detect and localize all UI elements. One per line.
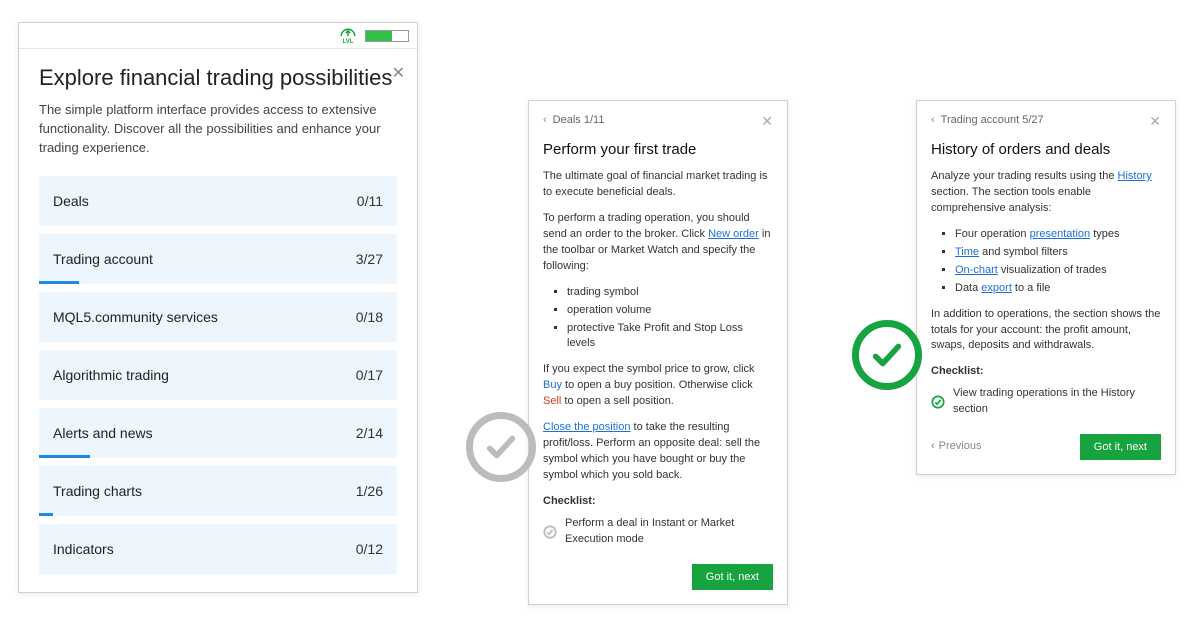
card-title: Perform your first trade <box>543 139 773 161</box>
onchart-link[interactable]: On-chart <box>955 264 998 276</box>
chevron-left-icon: ‹ <box>931 113 935 129</box>
checklist-heading: Checklist: <box>543 494 773 510</box>
new-order-link[interactable]: New order <box>708 228 759 240</box>
category-label: Trading account <box>53 251 153 267</box>
large-check-icon <box>852 320 922 390</box>
presentation-link[interactable]: presentation <box>1030 228 1091 240</box>
category-item[interactable]: Trading account 3/27 <box>39 234 397 284</box>
breadcrumb-back[interactable]: ‹ Trading account 5/27 <box>931 113 1044 129</box>
category-list: Deals 0/11 Trading account 3/27 MQL5.communi… <box>39 176 397 574</box>
category-item[interactable]: Alerts and news 2/14 <box>39 408 397 458</box>
card-paragraph: In addition to operations, the section s… <box>931 307 1161 355</box>
list-item: Four operation presentation types <box>955 227 1161 243</box>
category-progress-count: 0/12 <box>356 541 383 557</box>
category-item[interactable]: MQL5.community services 0/18 <box>39 292 397 342</box>
category-label: Trading charts <box>53 483 142 499</box>
checklist-item: View trading operations in the History s… <box>931 386 1161 418</box>
lvl-progress-bar <box>365 30 409 42</box>
category-progress-count: 0/11 <box>357 193 383 209</box>
card-paragraph: To perform a trading operation, you shou… <box>543 211 773 275</box>
checklist-text: View trading operations in the History s… <box>953 386 1161 418</box>
list-item: operation volume <box>567 303 773 319</box>
got-it-next-button[interactable]: Got it, next <box>692 564 773 590</box>
sell-label: Sell <box>543 395 561 407</box>
list-item: Data export to a file <box>955 281 1161 297</box>
card-paragraph: The ultimate goal of financial market tr… <box>543 169 773 201</box>
tutorial-card-deals: ‹ Deals 1/11 ✕ Perform your first trade … <box>528 100 788 605</box>
card-title: History of orders and deals <box>931 139 1161 161</box>
category-progress-fill <box>39 281 79 284</box>
list-item: On-chart visualization of trades <box>955 263 1161 279</box>
category-label: Deals <box>53 193 89 209</box>
tutorial-card-history: ‹ Trading account 5/27 ✕ History of orde… <box>916 100 1176 475</box>
category-item[interactable]: Indicators 0/12 <box>39 524 397 574</box>
bullet-list: Four operation presentation types Time a… <box>931 227 1161 297</box>
category-item[interactable]: Algorithmic trading 0/17 <box>39 350 397 400</box>
previous-button[interactable]: ‹ Previous <box>931 439 981 455</box>
list-item: trading symbol <box>567 285 773 301</box>
export-link[interactable]: export <box>981 282 1012 294</box>
category-item[interactable]: Deals 0/11 <box>39 176 397 226</box>
breadcrumb-label: Trading account 5/27 <box>941 113 1044 129</box>
category-label: Algorithmic trading <box>53 367 169 383</box>
category-progress-count: 1/26 <box>356 483 383 499</box>
category-label: Alerts and news <box>53 425 153 441</box>
large-check-icon <box>466 412 536 482</box>
category-label: Indicators <box>53 541 114 557</box>
checklist-text: Perform a deal in Instant or Market Exec… <box>565 516 773 548</box>
category-item[interactable]: Trading charts 1/26 <box>39 466 397 516</box>
close-icon[interactable]: ✕ <box>1149 111 1161 131</box>
breadcrumb-label: Deals 1/11 <box>553 113 605 129</box>
explore-subtitle: The simple platform interface provides a… <box>39 101 397 158</box>
check-icon <box>931 395 945 409</box>
close-icon[interactable]: ✕ <box>392 63 405 83</box>
buy-label: Buy <box>543 379 562 391</box>
category-progress-fill <box>39 513 53 516</box>
category-progress-count: 2/14 <box>356 425 383 441</box>
list-item: protective Take Profit and Stop Loss lev… <box>567 321 773 353</box>
category-progress-count: 3/27 <box>356 251 383 267</box>
lvl-label: LVL <box>343 39 354 45</box>
category-progress-fill <box>39 455 90 458</box>
lvl-strip: LVL <box>19 23 417 49</box>
breadcrumb-back[interactable]: ‹ Deals 1/11 <box>543 113 604 129</box>
checklist-heading: Checklist: <box>931 364 1161 380</box>
time-link[interactable]: Time <box>955 246 979 258</box>
card-paragraph: If you expect the symbol price to grow, … <box>543 362 773 410</box>
card-paragraph: Close the position to take the resulting… <box>543 420 773 484</box>
history-link[interactable]: History <box>1118 170 1152 182</box>
category-label: MQL5.community services <box>53 309 218 325</box>
list-item: Time and symbol filters <box>955 245 1161 261</box>
lvl-progress-fill <box>366 31 392 41</box>
bullet-list: trading symbol operation volume protective… <box>543 285 773 353</box>
chevron-left-icon: ‹ <box>543 113 547 129</box>
check-icon <box>543 525 557 539</box>
card-paragraph: Analyze your trading results using the H… <box>931 169 1161 217</box>
close-icon[interactable]: ✕ <box>761 111 773 131</box>
category-progress-count: 0/18 <box>356 309 383 325</box>
explore-panel: LVL ✕ Explore financial trading possibil… <box>18 22 418 593</box>
got-it-next-button[interactable]: Got it, next <box>1080 434 1161 460</box>
lvl-icon: LVL <box>337 26 359 46</box>
category-progress-count: 0/17 <box>356 367 383 383</box>
explore-title: Explore financial trading possibilities <box>39 65 397 91</box>
chevron-left-icon: ‹ <box>931 439 935 455</box>
close-position-link[interactable]: Close the position <box>543 421 630 433</box>
checklist-item: Perform a deal in Instant or Market Exec… <box>543 516 773 548</box>
